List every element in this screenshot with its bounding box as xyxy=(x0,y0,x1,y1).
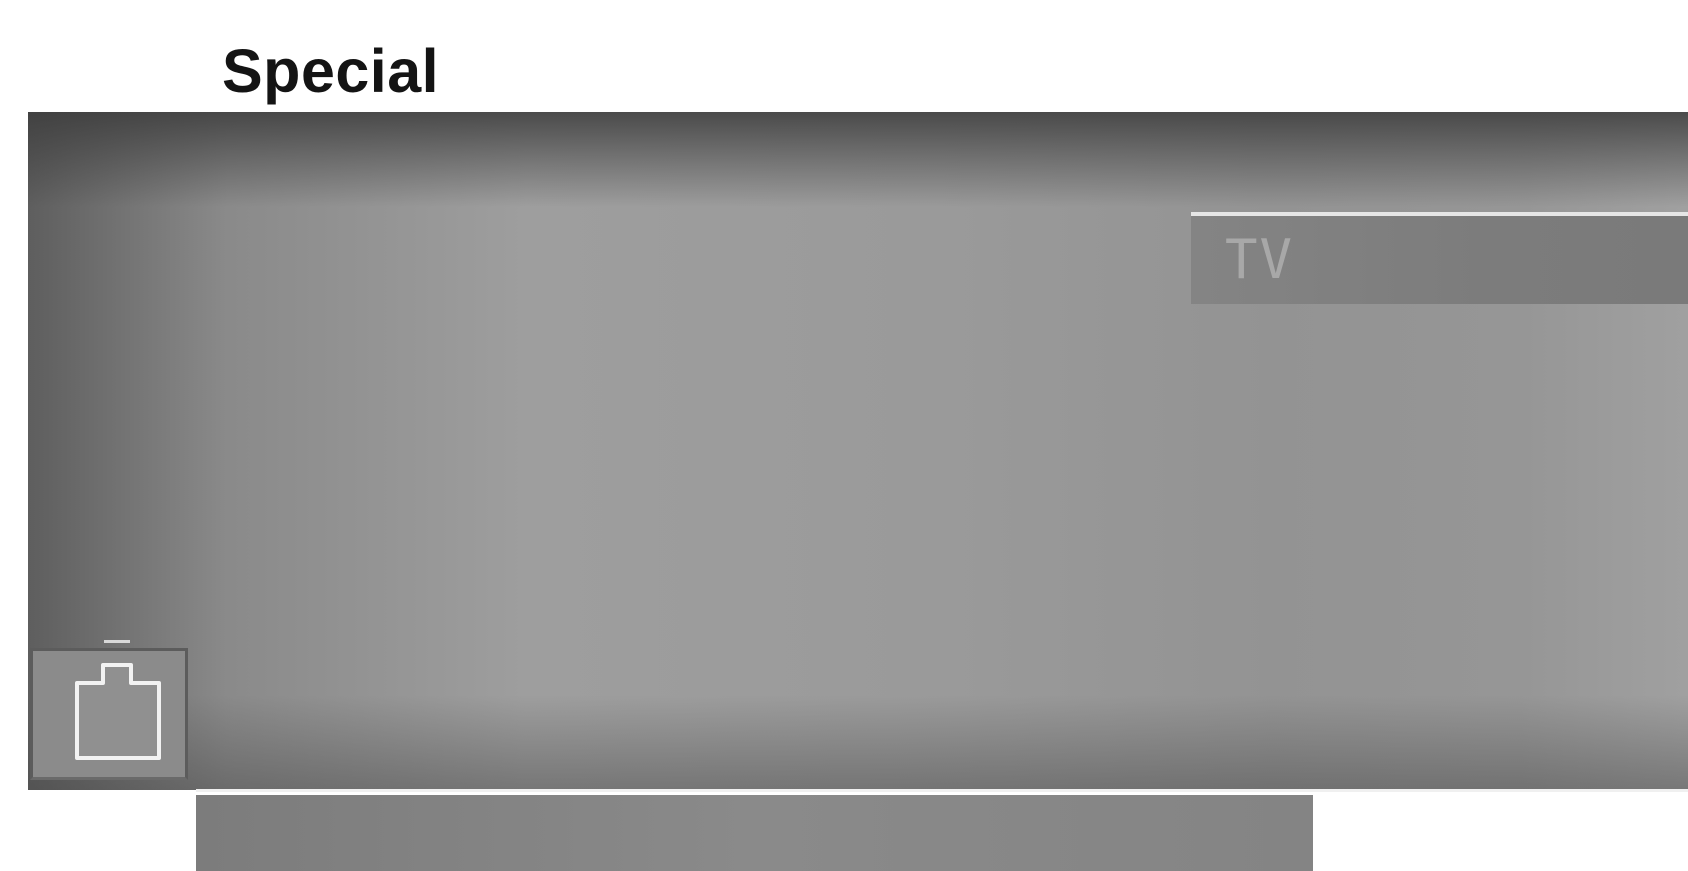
menu-item-tv-label: TV xyxy=(1225,228,1295,291)
icon-indicator-mark xyxy=(104,640,130,643)
menu-item-tv[interactable]: TV xyxy=(1191,212,1688,304)
page-title: Special xyxy=(222,37,440,105)
info-bar xyxy=(196,795,1313,871)
screen-divider xyxy=(196,789,1688,792)
outlet-icon-shape xyxy=(75,663,161,760)
outlet-icon[interactable] xyxy=(30,648,188,780)
outlet-icon-glyph xyxy=(75,663,161,760)
